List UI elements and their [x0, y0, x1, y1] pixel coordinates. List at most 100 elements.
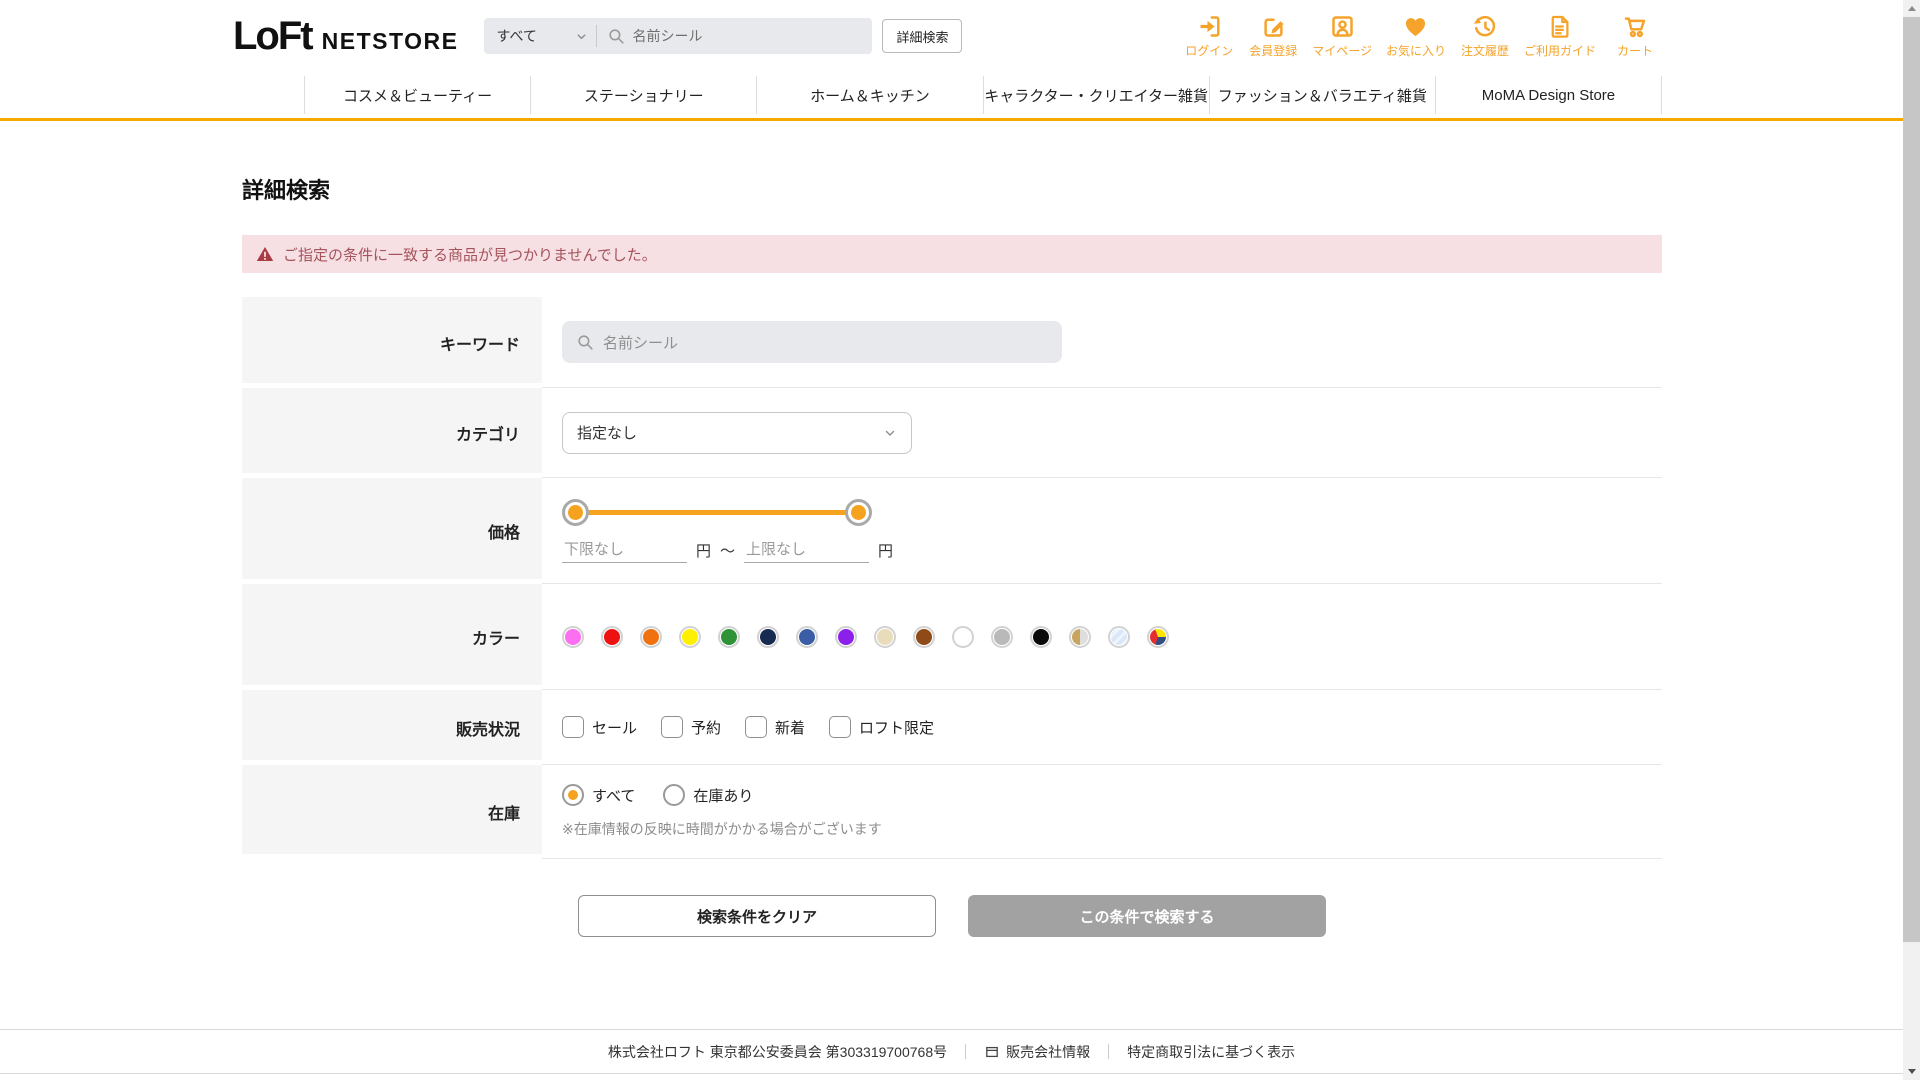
checkbox-label: 新着	[775, 719, 806, 737]
color-swatch-white[interactable]	[952, 625, 974, 648]
price-range-slider	[562, 498, 872, 526]
login-icon	[1200, 16, 1220, 37]
color-swatch-gray[interactable]	[991, 625, 1013, 648]
color-swatch-orange[interactable]	[640, 625, 662, 648]
color-swatch-brown[interactable]	[913, 625, 935, 648]
slider-handle-min[interactable]	[562, 498, 589, 526]
nav-item-fashion-variety[interactable]: ファッション＆バラエティ雑貨	[1208, 76, 1435, 114]
quick-link-label: ご利用ガイド	[1523, 44, 1596, 58]
register-link[interactable]: 会員登録	[1248, 13, 1298, 59]
price-label: 価格	[242, 478, 542, 584]
footer-divider	[965, 1044, 967, 1059]
stock-note: ※在庫情報の反映に時間がかかる場合がございます	[562, 821, 882, 837]
logo-loft-text: LoFt	[233, 13, 314, 58]
scrollbar-thumb[interactable]	[1903, 17, 1920, 942]
checkbox-sale[interactable]: セール	[562, 716, 637, 738]
nav-item-home-kitchen[interactable]: ホーム＆キッチン	[756, 76, 982, 114]
commerce-law-label: 特定商取引法に基づく表示	[1127, 1043, 1296, 1060]
checkbox-preorder[interactable]: 予約	[661, 716, 721, 738]
sales-status-row: 販売状況 セール 予約 新着 ロフト限定	[242, 690, 1662, 765]
checkbox[interactable]	[745, 716, 768, 738]
price-max-input[interactable]	[744, 538, 870, 563]
order-history-link[interactable]: 注文履歴	[1460, 13, 1510, 59]
color-swatch-beige[interactable]	[874, 625, 896, 648]
stock-row: 在庫 すべて 在庫あり ※在庫情報の反映に時間がかかる場合がございます	[242, 765, 1662, 859]
radio-in-stock[interactable]: 在庫あり	[663, 784, 753, 806]
vertical-scrollbar[interactable]	[1903, 0, 1920, 1080]
search-with-conditions-button[interactable]: この条件で検索する	[968, 895, 1326, 937]
header-search-bar: すべて	[484, 18, 873, 54]
color-swatch-red[interactable]	[601, 625, 623, 648]
stock-label: 在庫	[242, 765, 542, 859]
scrollbar-down-arrow[interactable]	[1903, 1063, 1920, 1080]
color-swatch-black[interactable]	[1030, 625, 1052, 648]
quick-link-label: 注文履歴	[1460, 44, 1509, 58]
checkbox[interactable]	[829, 716, 852, 738]
page-title: 詳細検索	[242, 178, 331, 203]
loft-logo[interactable]: LoFt NETSTORE	[233, 14, 458, 59]
form-actions: 検索条件をクリア この条件で検索する	[242, 895, 1662, 937]
radio-button[interactable]	[663, 784, 686, 806]
advanced-search-page: 詳細検索 ご指定の条件に一致する商品が見つかりませんでした。 キーワード カテゴ…	[242, 173, 1662, 937]
nav-item-character-goods[interactable]: キャラクター・クリエイター雑貨	[982, 76, 1209, 114]
search-form: キーワード カテゴリ 指定なし 価格	[242, 297, 1662, 859]
yen-label: 円	[878, 543, 894, 560]
mypage-link[interactable]: マイページ	[1312, 13, 1372, 59]
login-link[interactable]: ログイン	[1184, 13, 1234, 59]
color-row: カラー	[242, 584, 1662, 690]
slider-track	[574, 509, 860, 515]
category-row: カテゴリ 指定なし	[242, 388, 1662, 478]
header-search-input[interactable]	[632, 28, 863, 44]
search-category-select[interactable]: すべて	[484, 18, 596, 54]
chevron-down-icon	[885, 430, 895, 436]
page: LoFt NETSTORE すべて 詳細検索 ログイン	[0, 0, 1920, 1080]
search-input-wrap	[597, 27, 872, 46]
price-inputs: 円 ～ 円	[562, 538, 894, 563]
radio-label: すべて	[592, 787, 636, 805]
color-swatch-multi[interactable]	[1147, 625, 1169, 648]
logo-netstore-text: NETSTORE	[321, 27, 459, 54]
color-swatch-blue[interactable]	[796, 625, 818, 648]
price-min-input[interactable]	[562, 538, 687, 563]
color-swatch-pink[interactable]	[562, 625, 584, 648]
nav-item-stationery[interactable]: ステーショナリー	[530, 76, 756, 114]
checkbox[interactable]	[661, 716, 684, 738]
checkbox-new[interactable]: 新着	[745, 716, 805, 738]
checkbox-label: 予約	[691, 719, 722, 737]
radio-button[interactable]	[562, 784, 584, 806]
color-swatch-gold-silver[interactable]	[1069, 625, 1091, 648]
category-value: 指定なし	[577, 425, 638, 442]
color-swatch-navy[interactable]	[757, 625, 779, 648]
color-swatch-yellow[interactable]	[679, 625, 701, 648]
error-message: ご指定の条件に一致する商品が見つかりませんでした。	[283, 246, 657, 264]
slider-handle-max[interactable]	[845, 498, 872, 526]
checkbox-label: セール	[592, 719, 638, 737]
clear-conditions-button[interactable]: 検索条件をクリア	[578, 895, 936, 937]
radio-all[interactable]: すべて	[562, 784, 635, 806]
site-footer: 株式会社ロフト 東京都公安委員会 第303319700768号 販売会社情報 特…	[0, 1029, 1903, 1074]
history-clock-icon	[1474, 15, 1496, 37]
checkbox-loft-limited[interactable]: ロフト限定	[829, 716, 934, 738]
nav-item-moma[interactable]: MoMA Design Store	[1434, 76, 1663, 114]
seller-info-link[interactable]: 販売会社情報	[984, 1042, 1090, 1062]
category-select[interactable]: 指定なし	[562, 411, 912, 454]
guide-link[interactable]: ご利用ガイド	[1524, 13, 1596, 59]
color-swatch-green[interactable]	[718, 625, 740, 648]
footer-divider	[1108, 1044, 1110, 1059]
color-swatch-clear[interactable]	[1108, 625, 1130, 648]
keyword-label: キーワード	[242, 297, 542, 388]
commerce-law-link[interactable]: 特定商取引法に基づく表示	[1127, 1042, 1295, 1062]
quick-link-label: ログイン	[1185, 44, 1234, 58]
cart-link[interactable]: カート	[1610, 13, 1660, 59]
window-icon	[986, 1046, 998, 1057]
search-icon	[609, 28, 625, 44]
advanced-search-button[interactable]: 詳細検索	[882, 19, 963, 53]
keyword-input[interactable]	[603, 333, 1048, 351]
scrollbar-up-arrow[interactable]	[1903, 0, 1920, 17]
nav-item-cosmetics[interactable]: コスメ＆ビューティー	[304, 76, 530, 114]
checkbox[interactable]	[562, 716, 584, 738]
price-row: 価格 円 ～ 円	[242, 478, 1662, 584]
color-swatch-purple[interactable]	[835, 625, 857, 648]
main-nav: コスメ＆ビューティー ステーショナリー ホーム＆キッチン キャラクター・クリエイ…	[304, 72, 1663, 118]
favorites-link[interactable]: お気に入り	[1386, 13, 1446, 59]
